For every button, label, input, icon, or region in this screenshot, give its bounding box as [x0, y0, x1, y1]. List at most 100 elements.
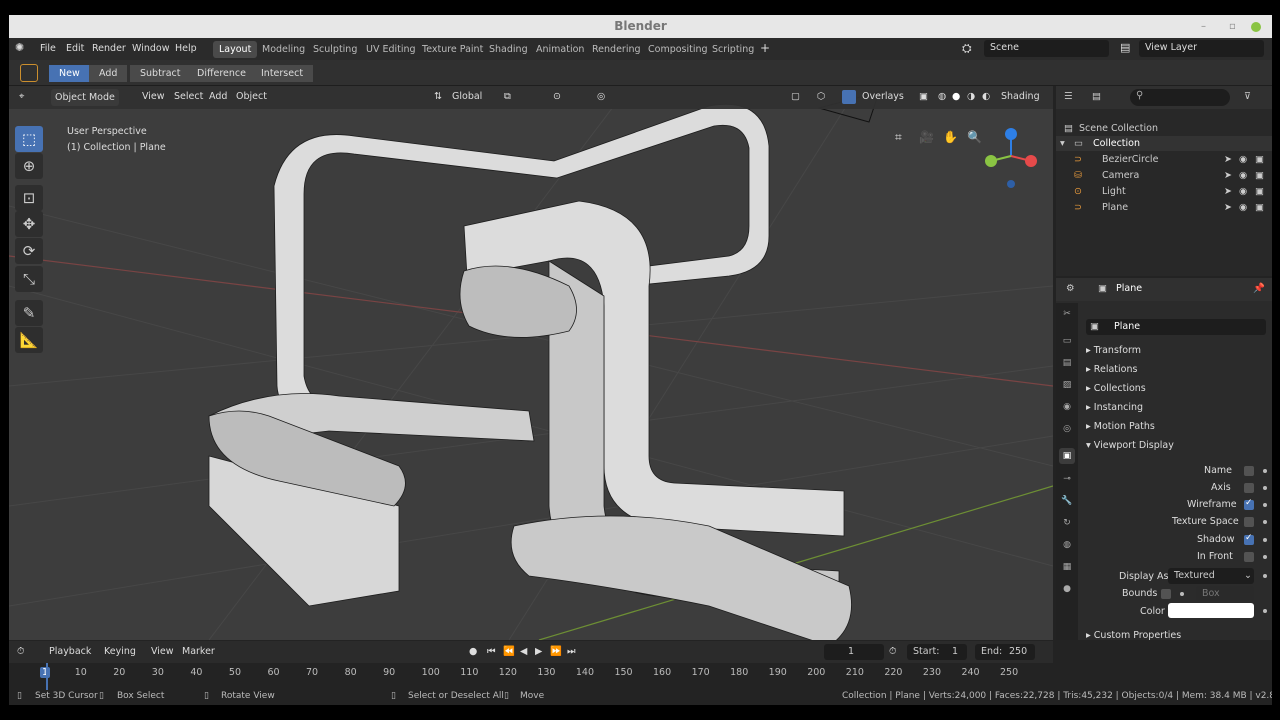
select-arrow-icon[interactable]: ➤	[1224, 186, 1232, 197]
tab-layout[interactable]: Layout	[213, 41, 258, 58]
keyframe-dot[interactable]	[1263, 609, 1267, 613]
menu-render[interactable]: Render	[92, 43, 126, 54]
jump-end-icon[interactable]: ⏭	[567, 646, 576, 657]
blender-logo-icon[interactable]: ✺	[15, 41, 24, 54]
add-workspace-icon[interactable]: +	[760, 41, 770, 55]
rotate-tool-icon[interactable]: ⟳	[15, 238, 43, 264]
tab-compositing[interactable]: Compositing	[642, 41, 714, 58]
keyframe-dot[interactable]	[1263, 503, 1267, 507]
vd-texture-space-checkbox[interactable]	[1244, 517, 1254, 527]
add-button[interactable]: Add	[89, 65, 128, 82]
shading-wireframe-icon[interactable]: ◍	[938, 91, 946, 102]
render-tab-icon[interactable]: ▭	[1059, 333, 1075, 349]
eye-icon[interactable]: ◉	[1239, 202, 1247, 213]
menu-file[interactable]: File	[40, 43, 56, 54]
visibility-icon[interactable]: ◎	[597, 91, 605, 102]
properties-editor-icon[interactable]: ⚙	[1066, 283, 1075, 294]
camera-render-icon[interactable]: ▣	[1255, 186, 1264, 197]
proportional-edit-icon[interactable]: ⊙	[553, 91, 561, 102]
tab-scripting[interactable]: Scripting	[706, 41, 760, 58]
bounds-type-dropdown[interactable]: Box	[1196, 586, 1254, 601]
menu-help[interactable]: Help	[175, 43, 197, 54]
data-tab-icon[interactable]: ▦	[1059, 559, 1075, 575]
outliner-row-collection[interactable]: ▾ ▭ Collection	[1056, 136, 1272, 151]
menu-edit[interactable]: Edit	[66, 43, 84, 54]
record-icon[interactable]: ●	[469, 646, 477, 657]
play-icon[interactable]: ▶	[535, 646, 542, 657]
select-arrow-icon[interactable]: ➤	[1224, 170, 1232, 181]
jump-start-icon[interactable]: ⏮	[487, 646, 496, 657]
maximize-icon[interactable]: ▫	[1229, 21, 1236, 32]
constraints-tab-icon[interactable]: ◍	[1059, 537, 1075, 553]
vd-wireframe-checkbox[interactable]	[1244, 498, 1254, 510]
playhead[interactable]	[46, 663, 48, 691]
3d-viewport[interactable]: ⌖ Object Mode View Select Add Object ⇅ G…	[9, 86, 1053, 640]
camera-render-icon[interactable]: ▣	[1255, 202, 1264, 213]
outliner-row-beziercircle[interactable]: ⊃ BezierCircle ➤ ◉ ▣	[1056, 152, 1272, 167]
scale-tool-icon[interactable]: ⤡	[15, 266, 43, 292]
output-tab-icon[interactable]: ▤	[1059, 355, 1075, 371]
display-as-dropdown[interactable]: Textured ⌄	[1168, 568, 1254, 584]
vd-axis-checkbox[interactable]	[1244, 483, 1254, 493]
vd-name-checkbox[interactable]	[1244, 466, 1254, 476]
next-keyframe-icon[interactable]: ⏩	[550, 646, 562, 657]
end-frame-field[interactable]: End: 250	[975, 644, 1035, 660]
subtract-button[interactable]: Subtract	[130, 65, 191, 82]
pin-icon[interactable]: 📌	[1253, 283, 1265, 294]
shading-dropdown[interactable]: Shading	[1001, 91, 1040, 102]
keyframe-dot[interactable]	[1180, 592, 1184, 596]
panel-collections[interactable]: ▸ Collections	[1086, 383, 1146, 394]
editor-type-icon[interactable]: ⌖	[19, 91, 24, 102]
physics-tab-icon[interactable]: ↻	[1059, 515, 1075, 531]
keyframe-dot[interactable]	[1263, 555, 1267, 559]
pan-hand-icon[interactable]: ✋	[943, 130, 958, 144]
play-reverse-icon[interactable]: ◀	[520, 646, 527, 657]
eye-icon[interactable]: ◉	[1239, 154, 1247, 165]
menu-timeline-view[interactable]: View	[151, 646, 174, 657]
tab-sculpting[interactable]: Sculpting	[307, 41, 363, 58]
stopwatch-icon[interactable]: ⏱	[889, 646, 896, 657]
shading-rendered-icon[interactable]: ◐	[982, 91, 990, 102]
shading-solid-icon[interactable]: ●	[952, 91, 960, 102]
world-tab-icon[interactable]: ◎	[1059, 421, 1075, 437]
menu-view[interactable]: View	[142, 91, 165, 102]
panel-relations[interactable]: ▸ Relations	[1086, 364, 1137, 375]
move-tool-icon[interactable]: ⊡	[15, 185, 43, 211]
keyframe-dot[interactable]	[1263, 486, 1267, 490]
outliner-editor-icon[interactable]: ☰	[1064, 91, 1073, 102]
scene-collection-label[interactable]: Scene Collection	[1079, 123, 1158, 134]
filter-icon[interactable]: ⊽	[1244, 91, 1251, 102]
timeline-ruler[interactable]: 1102030405060708090100110120130140150160…	[9, 663, 1053, 691]
custom-properties-header[interactable]: ▸ Custom Properties	[1086, 630, 1181, 641]
panel-transform[interactable]: ▸ Transform	[1086, 345, 1141, 356]
overlays-dropdown[interactable]: Overlays	[862, 91, 904, 102]
gizmo-icon[interactable]: ⬡	[817, 91, 825, 102]
navigation-gizmo[interactable]	[981, 126, 1041, 196]
keyframe-dot[interactable]	[1263, 538, 1267, 542]
bounds-checkbox[interactable]	[1161, 589, 1171, 599]
panel-motion-paths[interactable]: ▸ Motion Paths	[1086, 421, 1155, 432]
color-swatch[interactable]	[1168, 603, 1254, 618]
vd-shadow-checkbox[interactable]	[1244, 533, 1254, 545]
panel-viewport-display[interactable]: ▾ Viewport Display	[1086, 440, 1174, 451]
minimize-icon[interactable]: –	[1201, 21, 1206, 32]
tab-modeling[interactable]: Modeling	[256, 41, 311, 58]
transform-orientation-icon[interactable]: ⇅	[434, 91, 442, 102]
view-layer-selector[interactable]: View Layer	[1139, 40, 1264, 57]
zoom-icon[interactable]: 🔍	[967, 130, 982, 144]
outliner-row-plane[interactable]: ⊃ Plane ➤ ◉ ▣	[1056, 200, 1272, 215]
start-frame-field[interactable]: Start: 1	[907, 644, 967, 660]
grid-view-icon[interactable]: ⌗	[895, 130, 902, 145]
tab-uv-editing[interactable]: UV Editing	[360, 41, 422, 58]
overlays-toggle-icon[interactable]	[842, 90, 856, 104]
select-arrow-icon[interactable]: ➤	[1224, 202, 1232, 213]
timeline-editor-icon[interactable]: ⏱	[17, 646, 24, 657]
close-icon[interactable]	[1251, 22, 1261, 32]
data-name-field[interactable]: ▣ Plane	[1086, 319, 1266, 335]
menu-object[interactable]: Object	[236, 91, 267, 102]
keyframe-dot[interactable]	[1263, 469, 1267, 473]
menu-keying[interactable]: Keying	[104, 646, 136, 657]
select-arrow-icon[interactable]: ➤	[1224, 154, 1232, 165]
keyframe-dot[interactable]	[1263, 574, 1267, 578]
current-frame-field[interactable]: 1	[824, 644, 884, 660]
